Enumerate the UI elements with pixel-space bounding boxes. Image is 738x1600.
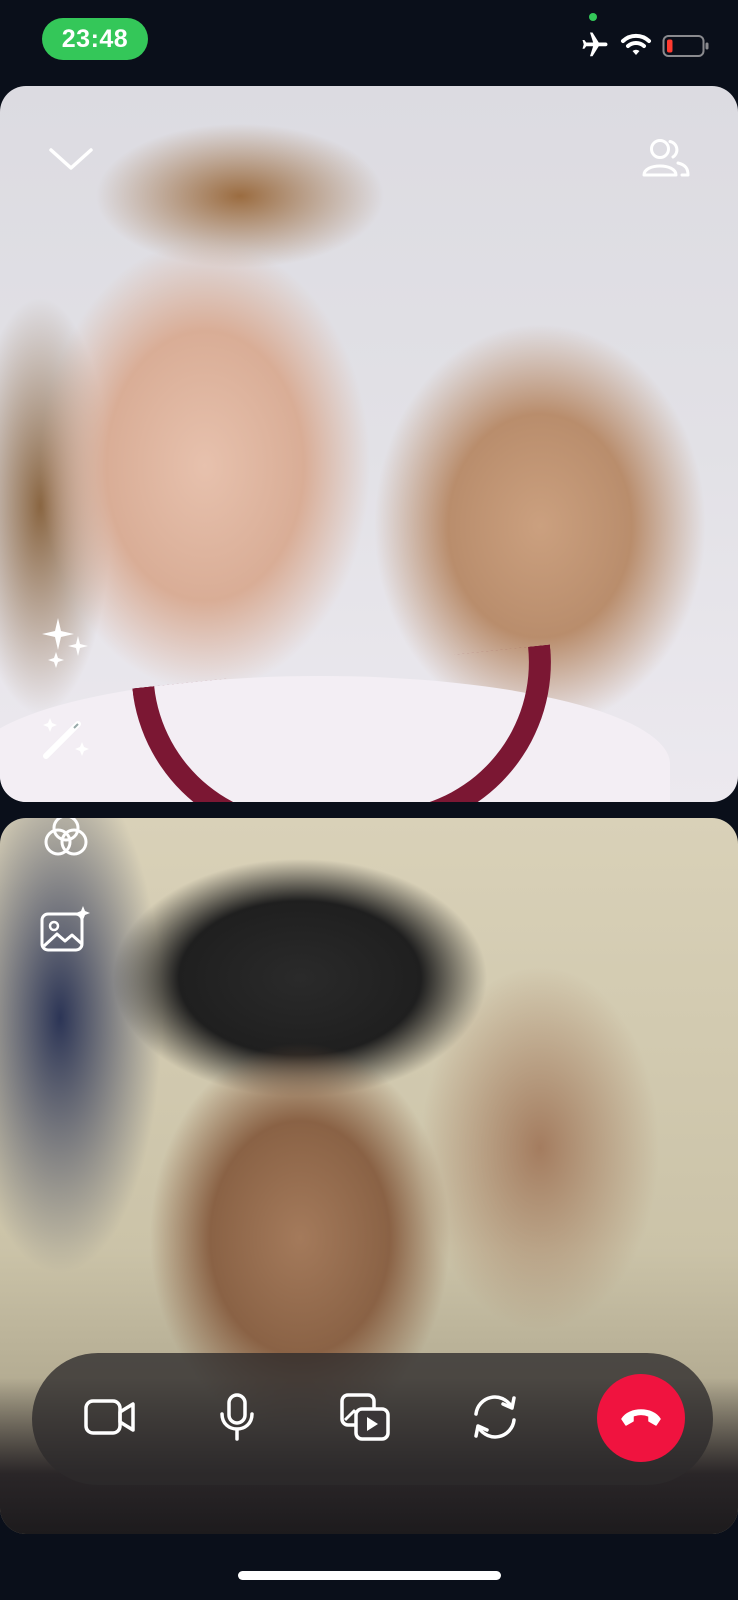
chevron-down-icon[interactable] xyxy=(43,131,99,187)
magic-wand-icon[interactable] xyxy=(38,708,94,764)
call-control-bar xyxy=(32,1353,713,1485)
video-call-screen: 23:48 xyxy=(0,0,738,1600)
status-time-label: 23:48 xyxy=(61,24,129,53)
home-indicator[interactable] xyxy=(238,1571,501,1580)
share-media-button[interactable] xyxy=(329,1383,401,1455)
battery-low-icon xyxy=(662,34,710,63)
flip-camera-button[interactable] xyxy=(459,1383,531,1455)
microphone-icon xyxy=(217,1392,257,1447)
remote-video-feed xyxy=(0,86,738,802)
video-camera-button[interactable] xyxy=(74,1383,146,1455)
wifi-icon xyxy=(620,32,652,63)
video-camera-icon xyxy=(83,1397,137,1442)
airplane-icon xyxy=(579,30,611,65)
share-media-icon xyxy=(339,1392,391,1447)
background-image-icon[interactable] xyxy=(38,902,94,958)
end-call-icon xyxy=(619,1404,663,1433)
status-time: 23:48 xyxy=(42,18,148,60)
sparkles-icon[interactable] xyxy=(38,614,94,670)
microphone-button[interactable] xyxy=(201,1383,273,1455)
flip-camera-icon xyxy=(468,1392,522,1447)
participants-icon[interactable] xyxy=(638,130,694,186)
mic-in-use-indicator xyxy=(589,13,597,21)
end-call-button[interactable] xyxy=(597,1374,685,1462)
filters-icon[interactable] xyxy=(38,818,94,864)
